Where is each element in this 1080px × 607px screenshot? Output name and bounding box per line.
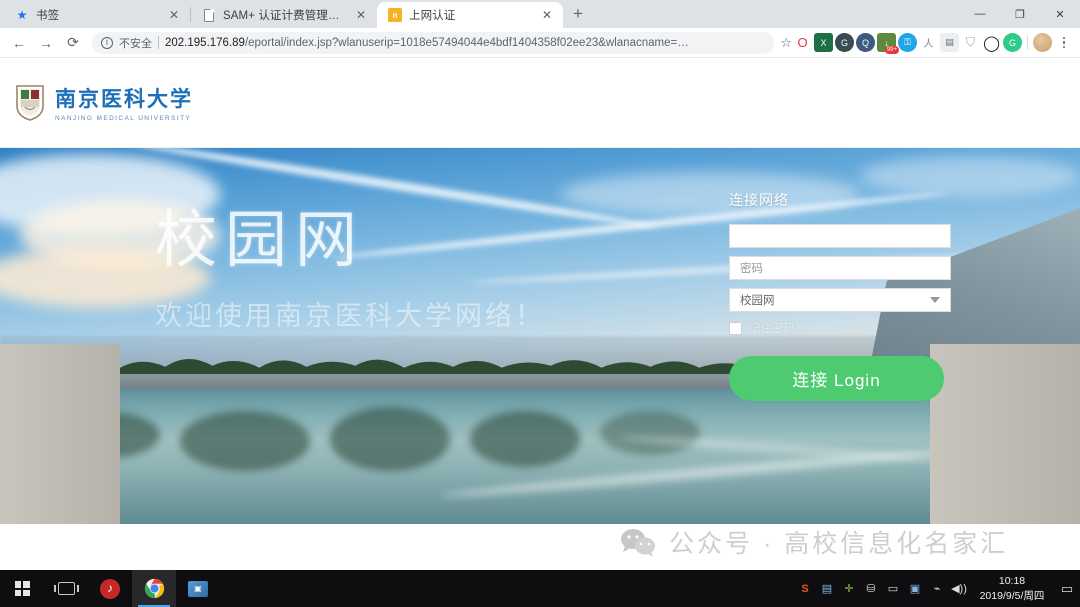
tab-sam-platform[interactable]: SAM+ 认证计费管理平台 ✕ xyxy=(191,2,377,28)
tab-network-auth[interactable]: п 上网认证 ✕ xyxy=(377,2,563,28)
task-view-button[interactable] xyxy=(44,570,88,607)
notification-center-button[interactable]: ▭ xyxy=(1054,570,1080,607)
windows-logo-icon xyxy=(14,581,30,596)
security-status-label: 不安全 xyxy=(119,37,152,50)
opera-extension-icon[interactable]: O xyxy=(793,33,812,52)
remember-password-label: 记住密码 xyxy=(749,323,795,335)
tab-strip: ★ 书签 ✕ SAM+ 认证计费管理平台 ✕ п 上网认证 ✕ + — ❐ ✕ xyxy=(0,0,1080,28)
remote-desktop-icon: ▣ xyxy=(188,580,208,597)
site-header: 南京医科大学 NANJING MEDICAL UNIVERSITY xyxy=(0,58,1080,148)
network-select-value: 校园网 xyxy=(740,295,775,307)
update-icon[interactable]: ✛ xyxy=(838,570,860,607)
profile-avatar[interactable] xyxy=(1033,33,1052,52)
display-icon[interactable]: ▣ xyxy=(904,570,926,607)
back-button[interactable]: ← xyxy=(6,30,32,56)
extensions-area: O X G Q ↓ 99+ ⚿ 人 ▤ ⛉ ◯ G xyxy=(793,33,1074,54)
shield-extension-icon[interactable]: ⛉ xyxy=(961,33,980,52)
volume-icon[interactable]: ◀)) xyxy=(948,570,970,607)
browser-window: ★ 书签 ✕ SAM+ 认证计费管理平台 ✕ п 上网认证 ✕ + — ❐ ✕ … xyxy=(0,0,1080,570)
portal-icon: п xyxy=(388,8,402,22)
url-path: /eportal/index.jsp?wlanuserip=1018e57494… xyxy=(244,36,689,49)
window-controls: — ❐ ✕ xyxy=(960,0,1080,28)
school-name-block: 南京医科大学 NANJING MEDICAL UNIVERSITY xyxy=(55,83,193,122)
runner-extension-icon[interactable]: 人 xyxy=(919,33,938,52)
browser-toolbar: ← → ⟳ i 不安全 202.195.176.89/eportal/index… xyxy=(0,28,1080,58)
page-content: 南京医科大学 NANJING MEDICAL UNIVERSITY 校园网 欢迎… xyxy=(0,58,1080,570)
clock-time: 10:18 xyxy=(998,575,1026,588)
university-crest-icon xyxy=(16,84,44,121)
key-extension-icon[interactable]: ⚿ xyxy=(898,33,917,52)
clock-date: 2019/9/5/周四 xyxy=(979,589,1045,602)
forward-button[interactable]: → xyxy=(33,30,59,56)
hero-banner: 校园网 欢迎使用南京医科大学网络！ 连接网络 密码 校园网 记住密码 连接 Lo… xyxy=(0,148,1080,524)
tab-close-button[interactable]: ✕ xyxy=(354,8,368,22)
login-panel: 连接网络 密码 校园网 记住密码 连接 Login xyxy=(729,190,951,401)
downloader-extension-icon[interactable]: ↓ 99+ xyxy=(877,33,899,54)
chrome-menu-button[interactable] xyxy=(1054,36,1074,49)
url-host: 202.195.176.89 xyxy=(165,36,245,49)
stone-railing-right xyxy=(930,343,1080,524)
minimize-button[interactable]: — xyxy=(960,0,1000,28)
close-window-button[interactable]: ✕ xyxy=(1040,0,1080,28)
windows-taskbar: ♪ ▣ S ▤ ✛ ⛁ ▭ ▣ ⌁ ◀)) 10:18 2019/9/5/周四 … xyxy=(0,570,1080,607)
wechat-icon xyxy=(621,529,655,557)
remote-desktop-app[interactable]: ▣ xyxy=(176,570,220,607)
system-tray: S ▤ ✛ ⛁ ▭ ▣ ⌁ ◀)) 10:18 2019/9/5/周四 ▭ xyxy=(794,570,1080,607)
password-input[interactable]: 密码 xyxy=(729,256,951,280)
username-input[interactable] xyxy=(729,224,951,248)
tab-label: 上网认证 xyxy=(409,10,456,22)
tab-label: 书签 xyxy=(36,10,60,22)
taskbar-items: ♪ ▣ xyxy=(0,570,220,607)
watermark: 公众号 · 高校信息化名家汇 xyxy=(620,524,1008,560)
document-icon xyxy=(202,8,216,22)
url-text: 202.195.176.89/eportal/index.jsp?wlanuse… xyxy=(165,37,765,49)
grammarly-extension-icon[interactable]: G xyxy=(1003,33,1022,52)
excel-download-extension-icon[interactable]: X xyxy=(814,33,833,52)
usb-icon[interactable]: ⛁ xyxy=(860,570,882,607)
sogou-input-icon[interactable]: S xyxy=(794,570,816,607)
bookmark-star-icon[interactable]: ☆ xyxy=(780,35,792,51)
school-name-cn: 南京医科大学 xyxy=(55,87,193,111)
login-heading: 连接网络 xyxy=(729,192,789,208)
grammar-extension-icon[interactable]: G xyxy=(835,33,854,52)
chrome-icon xyxy=(144,578,164,599)
star-icon: ★ xyxy=(16,8,28,22)
tab-close-button[interactable]: ✕ xyxy=(540,8,554,22)
remember-password-checkbox[interactable] xyxy=(729,321,742,335)
omnibox-divider xyxy=(158,36,159,49)
remember-password-row[interactable]: 记住密码 xyxy=(729,320,951,336)
address-bar[interactable]: i 不安全 202.195.176.89/eportal/index.jsp?w… xyxy=(92,31,775,54)
task-view-icon xyxy=(53,582,79,595)
extension-badge: 99+ xyxy=(884,46,899,54)
tab-label: SAM+ 认证计费管理平台 xyxy=(223,10,347,22)
ring-extension-icon[interactable]: ◯ xyxy=(982,33,1001,52)
print-extension-icon[interactable]: ▤ xyxy=(940,33,959,52)
watermark-text: 公众号 · 高校信息化名家汇 xyxy=(669,530,1009,558)
netease-music-icon: ♪ xyxy=(100,578,120,599)
stone-railing-left xyxy=(0,343,120,524)
tab-close-button[interactable]: ✕ xyxy=(167,8,181,22)
new-tab-button[interactable]: + xyxy=(565,1,591,27)
tab-bookmarks[interactable]: ★ 书签 ✕ xyxy=(4,2,190,28)
maximize-button[interactable]: ❐ xyxy=(1000,0,1040,28)
qq-extension-icon[interactable]: Q xyxy=(856,33,875,52)
netease-music-app[interactable]: ♪ xyxy=(88,570,132,607)
battery-icon[interactable]: ▭ xyxy=(882,570,904,607)
start-button[interactable] xyxy=(0,570,44,607)
chevron-down-icon xyxy=(930,297,940,303)
chrome-app[interactable] xyxy=(132,570,176,607)
school-name-en: NANJING MEDICAL UNIVERSITY xyxy=(55,115,192,122)
network-icon[interactable]: ⌁ xyxy=(926,570,948,607)
taskbar-clock[interactable]: 10:18 2019/9/5/周四 xyxy=(970,570,1054,607)
toolbar-divider xyxy=(1027,35,1028,50)
monitor-icon[interactable]: ▤ xyxy=(816,570,838,607)
network-select[interactable]: 校园网 xyxy=(729,288,951,312)
info-icon[interactable]: i xyxy=(101,36,113,49)
reload-button[interactable]: ⟳ xyxy=(60,30,86,56)
connect-login-button[interactable]: 连接 Login xyxy=(729,356,944,401)
